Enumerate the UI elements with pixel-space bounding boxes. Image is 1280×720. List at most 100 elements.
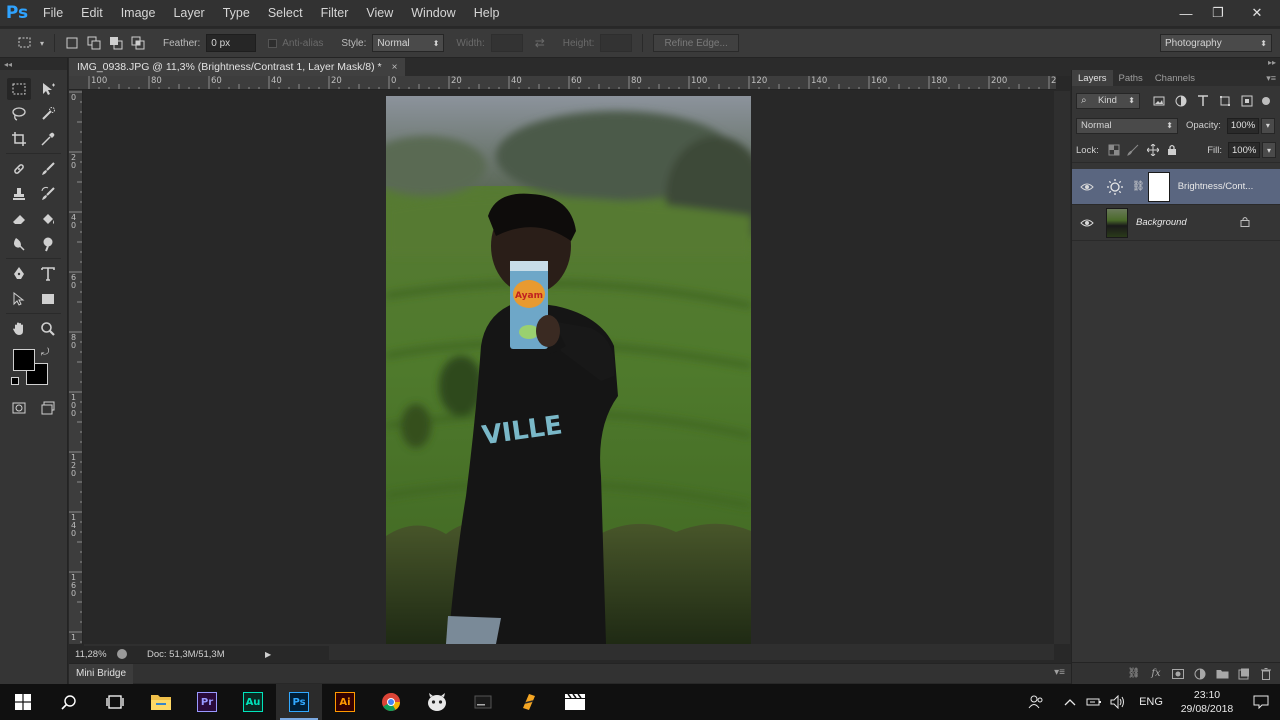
clone-stamp-tool-icon[interactable] [7, 183, 31, 205]
premiere-pro-icon[interactable]: Pr [184, 684, 230, 720]
filter-toggle-icon[interactable] [1262, 96, 1270, 105]
lock-image-pixels-icon[interactable] [1124, 142, 1143, 158]
lasso-tool-icon[interactable] [7, 103, 31, 125]
task-view-icon[interactable] [92, 684, 138, 720]
collapse-icon[interactable]: ◂◂ [4, 60, 12, 69]
eyedropper-tool-icon[interactable] [36, 128, 60, 150]
fill-input[interactable]: 100% [1228, 142, 1260, 158]
menu-view[interactable]: View [357, 0, 402, 26]
preset-dropdown-icon[interactable]: ▾ [36, 32, 48, 54]
style-select[interactable]: Normal ⬍ [372, 34, 445, 52]
pen-tool-icon[interactable] [7, 263, 31, 285]
filter-smart-object-icon[interactable] [1236, 93, 1258, 109]
people-icon[interactable] [1024, 695, 1048, 709]
eraser-tool-icon[interactable] [7, 208, 31, 230]
lock-position-icon[interactable] [1143, 142, 1162, 158]
workspace-select[interactable]: Photography ⬍ [1160, 34, 1272, 52]
chrome-icon[interactable] [368, 684, 414, 720]
volume-speaker-icon[interactable] [1106, 695, 1130, 709]
visibility-eye-icon[interactable] [1078, 182, 1096, 192]
file-explorer-icon[interactable] [138, 684, 184, 720]
fl-studio-icon[interactable] [506, 684, 552, 720]
mini-bridge-tab[interactable]: Mini Bridge [69, 663, 134, 684]
filter-pixel-icon[interactable] [1148, 93, 1170, 109]
subtract-from-selection-icon[interactable] [105, 32, 127, 54]
hand-tool-icon[interactable] [7, 318, 31, 340]
new-group-folder-icon[interactable] [1215, 667, 1229, 681]
new-layer-icon[interactable] [1237, 667, 1251, 681]
panel-dock-header[interactable]: ▸▸ [1071, 58, 1280, 70]
antialias-checkbox[interactable] [268, 38, 278, 48]
video-clapper-icon[interactable] [552, 684, 598, 720]
height-input[interactable] [600, 34, 633, 52]
filter-kind-select[interactable]: ⌕ Kind ⬍ [1076, 92, 1140, 109]
new-adjustment-layer-icon[interactable] [1193, 667, 1207, 681]
width-input[interactable] [490, 34, 523, 52]
swap-dimensions-icon[interactable]: ⇄ [529, 32, 551, 54]
blend-mode-select[interactable]: Normal ⬍ [1076, 117, 1178, 134]
dodge-tool-icon[interactable] [36, 233, 60, 255]
default-colors-icon[interactable] [11, 377, 19, 385]
menu-select[interactable]: Select [259, 0, 312, 26]
intersect-selection-icon[interactable] [127, 32, 149, 54]
minimize-button[interactable]: — [1170, 0, 1202, 26]
foreground-color-swatch[interactable] [13, 349, 35, 371]
delete-layer-trash-icon[interactable] [1259, 667, 1273, 681]
panel-menu-icon[interactable]: ▾≡ [1266, 73, 1280, 84]
expand-panels-icon[interactable]: ▸▸ [1268, 58, 1276, 67]
audition-icon[interactable]: Au [230, 684, 276, 720]
refine-edge-button[interactable]: Refine Edge... [653, 34, 739, 52]
rectangular-marquee-tool-icon[interactable] [6, 77, 31, 100]
show-hidden-icons-chevron-icon[interactable] [1058, 698, 1082, 706]
photoshop-taskbar-icon[interactable]: Ps [276, 684, 322, 720]
filter-adjustment-icon[interactable] [1170, 93, 1192, 109]
visibility-eye-icon[interactable] [1078, 218, 1096, 228]
menu-filter[interactable]: Filter [312, 0, 358, 26]
brush-tool-icon[interactable] [36, 158, 60, 180]
search-icon[interactable] [46, 684, 92, 720]
tools-panel-header[interactable]: ◂◂ [0, 58, 67, 70]
notification-center-icon[interactable] [1242, 695, 1280, 709]
tab-paths[interactable]: Paths [1113, 70, 1149, 86]
menu-layer[interactable]: Layer [164, 0, 213, 26]
type-tool-icon[interactable] [36, 263, 60, 285]
panel-menu-icon[interactable]: ▾≡ [1054, 667, 1065, 678]
vertical-ruler[interactable]: 0 20 40 60 80 100 120 140 160 1 [69, 90, 83, 644]
new-selection-icon[interactable] [61, 32, 83, 54]
dark-app-icon[interactable] [460, 684, 506, 720]
vertical-scrollbar[interactable] [1054, 91, 1070, 644]
illustrator-icon[interactable]: Ai [322, 684, 368, 720]
layer-style-fx-icon[interactable]: fx [1149, 667, 1163, 681]
layer-row-brightness-contrast[interactable]: ⛓ Brightness/Cont... [1072, 169, 1280, 205]
paint-bucket-tool-icon[interactable] [36, 208, 60, 230]
battery-power-icon[interactable] [1082, 697, 1106, 707]
menu-window[interactable]: Window [402, 0, 464, 26]
zoom-level[interactable]: 11,28% [75, 649, 117, 660]
crop-tool-icon[interactable] [7, 128, 31, 150]
layer-mask-thumbnail[interactable] [1147, 171, 1170, 202]
quick-selection-tool-icon[interactable] [36, 103, 60, 125]
menu-image[interactable]: Image [112, 0, 165, 26]
lock-transparent-pixels-icon[interactable] [1105, 142, 1124, 158]
path-selection-tool-icon[interactable] [7, 288, 31, 310]
windows-start-icon[interactable] [0, 684, 46, 720]
mask-link-icon[interactable]: ⛓ [1132, 181, 1145, 192]
history-brush-tool-icon[interactable] [36, 183, 60, 205]
status-menu-arrow-icon[interactable]: ▶ [265, 650, 271, 659]
layer-row-background[interactable]: Background [1072, 205, 1280, 241]
opacity-slider-arrow-icon[interactable]: ▾ [1260, 117, 1275, 134]
marquee-tool-preset-icon[interactable] [14, 32, 36, 54]
horizontal-ruler[interactable]: 100 80 60 40 20 0 20 40 60 80 100 120 140 160 180 200 2 [69, 76, 1056, 90]
menu-type[interactable]: Type [214, 0, 259, 26]
menu-edit[interactable]: Edit [72, 0, 112, 26]
feather-input[interactable]: 0 px [206, 34, 257, 52]
system-clock[interactable]: 23:10 29/08/2018 [1172, 688, 1242, 716]
canvas-area[interactable]: VILLE Ayam [84, 91, 1054, 644]
move-tool-icon[interactable] [36, 78, 60, 100]
add-mask-icon[interactable] [1171, 667, 1185, 681]
menu-file[interactable]: File [34, 0, 72, 26]
lock-all-icon[interactable] [1162, 142, 1181, 158]
filter-type-icon[interactable] [1192, 93, 1214, 109]
input-language-indicator[interactable]: ENG [1130, 696, 1172, 708]
zoom-tool-icon[interactable] [36, 318, 60, 340]
